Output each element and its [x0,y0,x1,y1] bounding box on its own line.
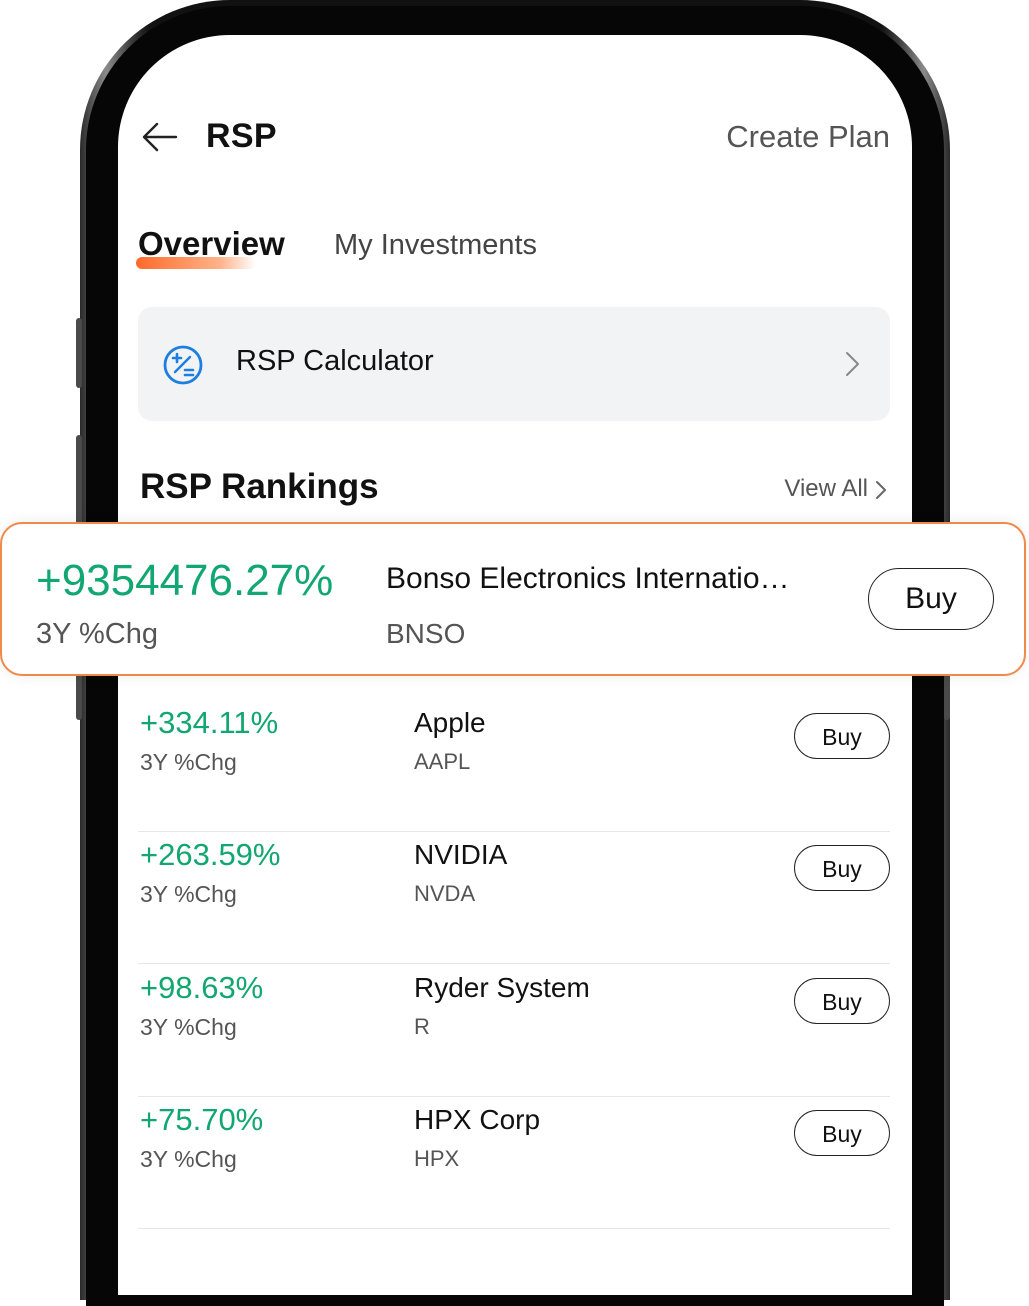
back-arrow-icon[interactable] [140,117,180,157]
nav-header: RSP Create Plan [118,115,912,159]
change-percent: +75.70% [140,1102,264,1137]
chevron-right-icon [876,480,886,499]
metric-label: 3Y %Chg [140,749,237,775]
ranking-row[interactable]: +75.70% 3Y %Chg HPX Corp HPX Buy [138,1096,890,1229]
stock-name: Apple [414,707,486,738]
view-all-link[interactable]: View All [784,475,888,503]
ranking-row[interactable]: +263.59% 3Y %Chg NVIDIA NVDA Buy [138,831,890,964]
metric-label: 3Y %Chg [140,881,237,907]
rankings-title: RSP Rankings [140,467,379,506]
chevron-right-icon [846,352,859,376]
buy-button[interactable]: Buy [794,978,890,1024]
stock-ticker: BNSO [386,618,466,649]
stock-ticker: AAPL [414,749,471,774]
metric-label: 3Y %Chg [36,618,158,650]
phone-side-button [76,318,82,388]
stock-ticker: HPX [414,1146,460,1171]
stock-name: HPX Corp [414,1104,541,1135]
top-ranking-card[interactable]: +9354476.27% 3Y %Chg Bonso Electronics I… [0,522,1026,676]
change-percent: +263.59% [140,837,281,872]
tab-overview[interactable]: Overview [136,225,285,269]
buy-button[interactable]: Buy [794,845,890,891]
change-percent: +9354476.27% [36,556,334,605]
stock-name: Ryder System [414,972,590,1003]
rsp-calculator-label: RSP Calculator [236,345,434,377]
stock-name: NVIDIA [414,839,508,870]
ranking-row[interactable]: +334.11% 3Y %Chg Apple AAPL Buy [138,699,890,832]
tab-overview-label: Overview [138,225,285,262]
buy-button[interactable]: Buy [794,713,890,759]
tab-my-investments[interactable]: My Investments [334,229,537,262]
create-plan-button[interactable]: Create Plan [726,119,890,155]
change-percent: +334.11% [140,705,279,740]
change-percent: +98.63% [140,970,264,1005]
ranking-row[interactable]: +98.63% 3Y %Chg Ryder System R Buy [138,964,890,1097]
stock-ticker: R [414,1014,430,1039]
stock-ticker: NVDA [414,881,476,906]
metric-label: 3Y %Chg [140,1146,237,1172]
buy-button[interactable]: Buy [794,1110,890,1156]
metric-label: 3Y %Chg [140,1014,237,1040]
buy-button[interactable]: Buy [868,568,994,630]
calculator-plus-minus-icon [163,345,203,385]
page-title: RSP [206,117,277,155]
stock-name: Bonso Electronics Internatio… [386,562,790,595]
view-all-label: View All [784,475,868,502]
rsp-calculator-card[interactable]: RSP Calculator [138,307,890,421]
